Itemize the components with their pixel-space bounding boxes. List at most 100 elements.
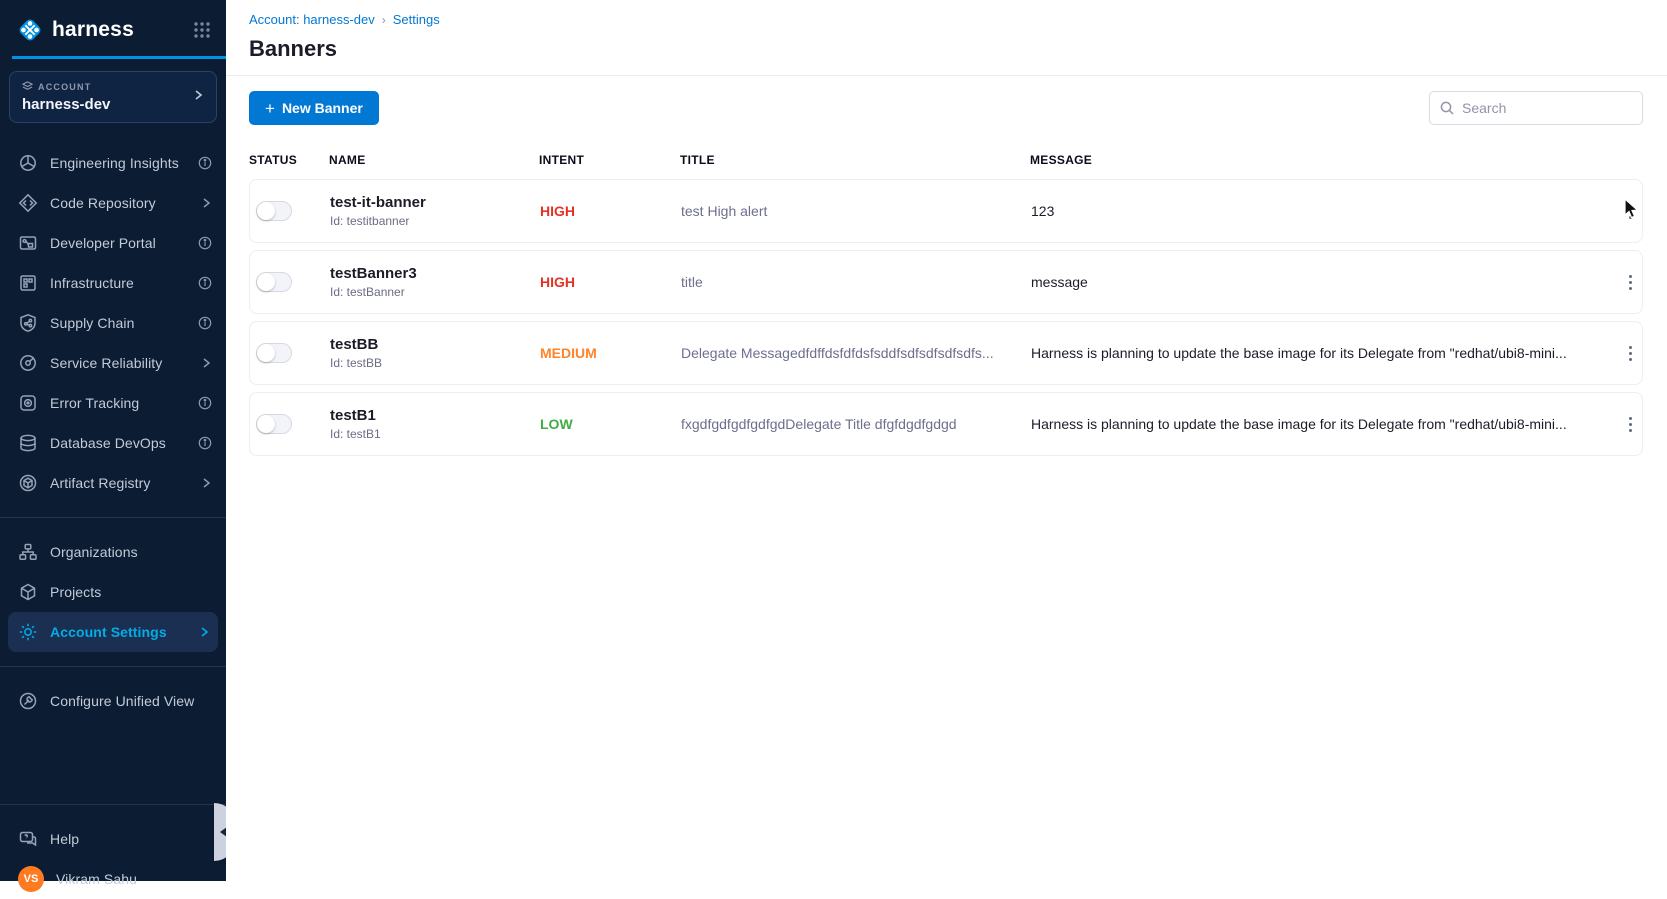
sidebar-item-label: Supply Chain: [50, 315, 198, 331]
info-icon[interactable]: [198, 156, 212, 170]
new-banner-button[interactable]: + New Banner: [249, 91, 379, 125]
code-icon: [18, 193, 38, 213]
status-toggle[interactable]: [256, 343, 292, 363]
sidebar-item-infrastructure[interactable]: Infrastructure: [0, 263, 226, 303]
banner-title: Delegate Messagedfdffdsfdfdsfsddfsdfsdfs…: [681, 345, 1031, 361]
status-toggle[interactable]: [256, 272, 292, 292]
project-cube-icon: [18, 582, 38, 602]
sidebar-item-code-repository[interactable]: Code Repository: [0, 183, 226, 223]
banner-title: test High alert: [681, 203, 1031, 219]
sidebar-divider: [0, 804, 226, 805]
sidebar-item-label: Projects: [50, 584, 212, 600]
search-box: [1429, 91, 1643, 125]
kebab-menu-icon[interactable]: [1619, 269, 1642, 296]
table-header-row: STATUS NAME INTENT TITLE MESSAGE: [249, 139, 1643, 179]
sidebar-divider: [0, 666, 226, 667]
sidebar-item-label: Error Tracking: [50, 395, 198, 411]
target-icon: [18, 393, 38, 413]
column-header-intent: INTENT: [539, 153, 680, 167]
sidebar-item-projects[interactable]: Projects: [0, 572, 226, 612]
accent-underline: [12, 56, 226, 59]
kebab-menu-icon[interactable]: [1619, 198, 1642, 225]
apps-grid-icon[interactable]: [192, 20, 212, 40]
chevron-right-icon: [200, 477, 212, 489]
avatar: VS: [18, 866, 44, 892]
logo-row: harness: [0, 0, 226, 56]
infrastructure-icon: [18, 273, 38, 293]
sidebar-item-label: Artifact Registry: [50, 475, 200, 491]
banner-id: Id: testB1: [330, 427, 526, 441]
intent-badge: LOW: [540, 416, 681, 432]
intent-badge: HIGH: [540, 274, 681, 290]
info-icon[interactable]: [198, 316, 212, 330]
turbine-icon: [18, 153, 38, 173]
sidebar-item-configure-unified-view[interactable]: Configure Unified View: [0, 681, 226, 721]
chevron-right-icon: [200, 197, 212, 209]
status-toggle[interactable]: [256, 414, 292, 434]
banner-id: Id: testitbanner: [330, 214, 526, 228]
banner-message: message: [1031, 274, 1594, 290]
info-icon[interactable]: [198, 396, 212, 410]
sidebar-item-developer-portal[interactable]: Developer Portal: [0, 223, 226, 263]
chevron-right-icon: [192, 88, 204, 106]
account-selector[interactable]: ACCOUNT harness-dev: [9, 71, 217, 123]
search-icon: [1439, 100, 1455, 116]
column-header-name: NAME: [329, 153, 539, 167]
table-row: test-it-bannerId: testitbanner HIGH test…: [249, 179, 1643, 243]
banner-name: testBanner3: [330, 265, 526, 282]
toggle-knob: [257, 202, 275, 220]
column-header-message: MESSAGE: [1030, 153, 1595, 167]
kebab-menu-icon[interactable]: [1619, 411, 1642, 438]
status-toggle[interactable]: [256, 201, 292, 221]
sidebar-item-artifact-registry[interactable]: Artifact Registry: [0, 463, 226, 503]
org-chart-icon: [18, 542, 38, 562]
sidebar-item-service-reliability[interactable]: Service Reliability: [0, 343, 226, 383]
info-icon[interactable]: [198, 276, 212, 290]
database-icon: [18, 433, 38, 453]
toggle-knob: [257, 273, 275, 291]
banner-id: Id: testBanner: [330, 285, 526, 299]
breadcrumb-settings-link[interactable]: Settings: [393, 12, 440, 27]
module-nav: Engineering Insights Code Repository Dev…: [0, 143, 226, 503]
banner-name: testB1: [330, 407, 526, 424]
cube-icon: [18, 473, 38, 493]
banner-title: fxgdfgdfgdfgdfgdDelegate Title dfgfdgdfg…: [681, 416, 1031, 432]
banner-title: title: [681, 274, 1031, 290]
main-content: Account: harness-dev › Settings Banners …: [226, 0, 1667, 881]
column-header-title: TITLE: [680, 153, 1030, 167]
wrench-icon: [18, 691, 38, 711]
intent-badge: MEDIUM: [540, 345, 681, 361]
user-name: Vikram Sahu: [56, 871, 212, 887]
sidebar-item-supply-chain[interactable]: Supply Chain: [0, 303, 226, 343]
info-icon[interactable]: [198, 236, 212, 250]
breadcrumb-account-link[interactable]: Account: harness-dev: [249, 12, 375, 27]
sidebar-item-error-tracking[interactable]: Error Tracking: [0, 383, 226, 423]
sidebar-item-organizations[interactable]: Organizations: [0, 532, 226, 572]
info-icon[interactable]: [198, 436, 212, 450]
table-row: testBanner3 Id: testBanner HIGH title mes…: [249, 250, 1643, 314]
logo-text: harness: [52, 18, 192, 42]
chevron-right-icon: [198, 626, 210, 638]
help-chat-icon: [18, 829, 38, 849]
sidebar-item-help[interactable]: Help: [0, 819, 226, 859]
search-input[interactable]: [1429, 91, 1643, 125]
banner-message: Harness is planning to update the base i…: [1031, 416, 1594, 432]
sidebar-divider: [0, 517, 226, 518]
sidebar-item-label: Code Repository: [50, 195, 200, 211]
sidebar-item-account-settings[interactable]: Account Settings: [8, 612, 218, 652]
kebab-menu-icon[interactable]: [1619, 340, 1642, 367]
toolbar: + New Banner: [226, 76, 1667, 139]
banner-message: 123: [1031, 203, 1594, 219]
page-header: Account: harness-dev › Settings Banners: [226, 0, 1667, 75]
sidebar-item-label: Organizations: [50, 544, 212, 560]
user-menu[interactable]: VS Vikram Sahu: [0, 859, 226, 899]
banners-table: STATUS NAME INTENT TITLE MESSAGE test-it…: [226, 139, 1667, 456]
sidebar-item-database-devops[interactable]: Database DevOps: [0, 423, 226, 463]
table-row: testB1 Id: testB1 LOW fxgdfgdfgdfgdfgdDel…: [249, 392, 1643, 456]
layers-icon: [22, 81, 33, 92]
banner-id: Id: testBB: [330, 356, 526, 370]
page-title: Banners: [249, 36, 1643, 75]
sidebar: harness ACCOUNT harness-dev Engineering …: [0, 0, 226, 881]
sidebar-item-engineering-insights[interactable]: Engineering Insights: [0, 143, 226, 183]
gear-icon: [18, 622, 38, 642]
